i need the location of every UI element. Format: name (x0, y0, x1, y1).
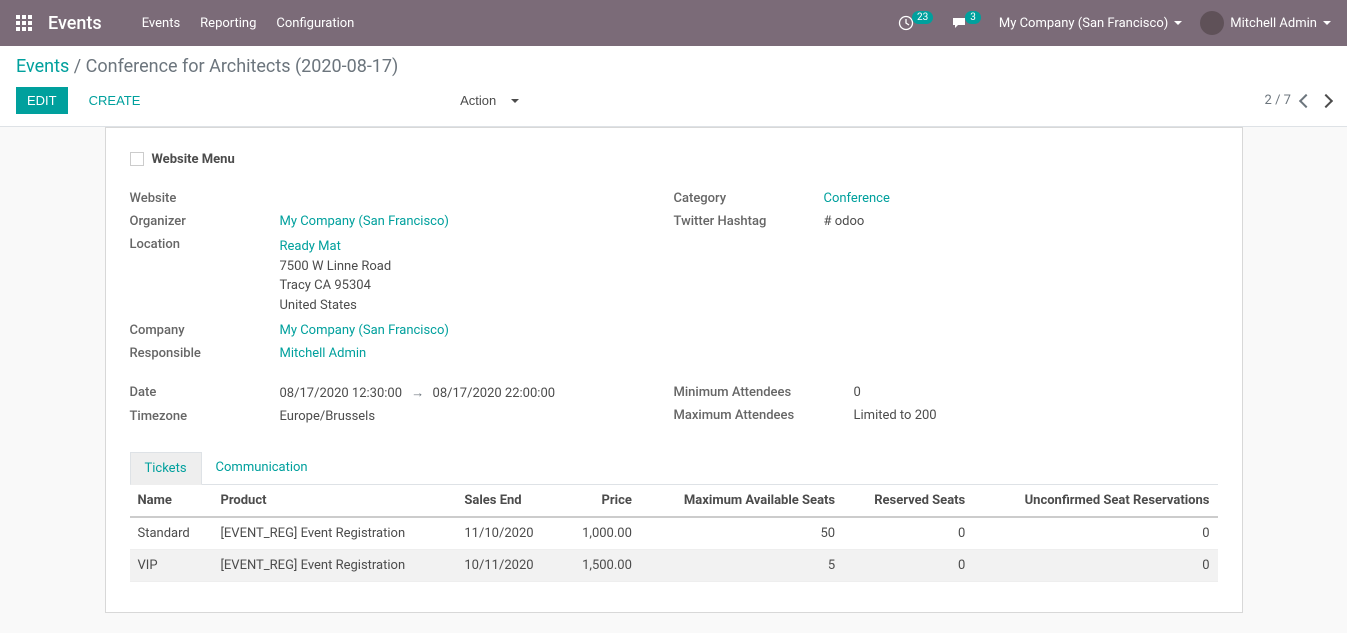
caret-down-icon (511, 99, 519, 103)
messaging-button[interactable]: 3 (951, 15, 981, 31)
activity-button[interactable]: 23 (898, 15, 933, 31)
cell-price: 1,500.00 (560, 550, 640, 582)
app-brand: Events (48, 13, 102, 34)
edit-button[interactable]: EDIT (16, 87, 68, 114)
breadcrumb-current: Conference for Architects (2020-08-17) (86, 56, 399, 77)
label-date: Date (130, 385, 280, 401)
label-website: Website (130, 191, 280, 206)
company-name: My Company (San Francisco) (999, 16, 1168, 31)
value-category[interactable]: Conference (824, 191, 890, 206)
cell-max-seats: 5 (640, 550, 843, 582)
tab-communication[interactable]: Communication (202, 452, 322, 484)
message-badge: 3 (965, 11, 981, 24)
pager-next[interactable] (1319, 93, 1333, 107)
caret-down-icon (1174, 21, 1182, 25)
nav-link-reporting[interactable]: Reporting (200, 16, 256, 31)
value-min-attendees: 0 (854, 385, 861, 400)
cell-name: VIP (130, 550, 213, 582)
value-date: 08/17/2020 12:30:00 08/17/2020 22:00:00 (280, 385, 556, 401)
col-max-seats: Maximum Available Seats (640, 485, 843, 517)
create-button[interactable]: CREATE (78, 87, 152, 114)
table-row[interactable]: Standard [EVENT_REG] Event Registration … (130, 517, 1218, 550)
cell-product: [EVENT_REG] Event Registration (212, 550, 456, 582)
cell-name: Standard (130, 517, 213, 550)
tab-tickets[interactable]: Tickets (130, 452, 202, 485)
value-company[interactable]: My Company (San Francisco) (280, 323, 449, 338)
value-location-city: Tracy CA 95304 (280, 276, 392, 296)
tab-communication-label: Communication (216, 460, 308, 475)
avatar (1200, 11, 1224, 35)
label-company: Company (130, 323, 280, 338)
col-price: Price (560, 485, 640, 517)
top-nav: Events Events Reporting Configuration 23… (0, 0, 1347, 46)
value-location-country: United States (280, 296, 392, 316)
nav-link-events[interactable]: Events (142, 16, 180, 31)
nav-links: Events Reporting Configuration (142, 16, 355, 31)
label-responsible: Responsible (130, 346, 280, 361)
website-menu-checkbox[interactable] (130, 152, 144, 166)
label-twitter: Twitter Hashtag (674, 214, 824, 229)
user-name: Mitchell Admin (1230, 16, 1317, 31)
activity-badge: 23 (912, 11, 933, 24)
col-name: Name (130, 485, 213, 517)
cell-product: [EVENT_REG] Event Registration (212, 517, 456, 550)
tickets-table: Name Product Sales End Price Maximum Ava… (130, 485, 1218, 582)
value-max-attendees: Limited to 200 (854, 408, 937, 423)
cell-reserved: 0 (843, 517, 973, 550)
cell-sales-end: 10/11/2020 (456, 550, 560, 582)
cell-unconfirmed: 0 (973, 550, 1217, 582)
nav-link-configuration[interactable]: Configuration (276, 16, 354, 31)
value-location-name[interactable]: Ready Mat (280, 237, 392, 257)
col-reserved: Reserved Seats (843, 485, 973, 517)
label-location: Location (130, 237, 280, 315)
caret-down-icon (1323, 21, 1331, 25)
action-label: Action (460, 93, 496, 108)
table-row[interactable]: VIP [EVENT_REG] Event Registration 10/11… (130, 550, 1218, 582)
value-organizer[interactable]: My Company (San Francisco) (280, 214, 449, 229)
label-timezone: Timezone (130, 409, 280, 424)
control-panel: Events / Conference for Architects (2020… (0, 46, 1347, 127)
apps-icon[interactable] (16, 15, 32, 31)
cell-max-seats: 50 (640, 517, 843, 550)
breadcrumb-root[interactable]: Events (16, 56, 69, 77)
label-category: Category (674, 191, 824, 206)
col-unconfirmed: Unconfirmed Seat Reservations (973, 485, 1217, 517)
value-timezone: Europe/Brussels (280, 409, 376, 424)
cell-unconfirmed: 0 (973, 517, 1217, 550)
cell-price: 1,000.00 (560, 517, 640, 550)
company-selector[interactable]: My Company (San Francisco) (999, 16, 1182, 31)
value-responsible[interactable]: Mitchell Admin (280, 346, 367, 361)
value-twitter: # odoo (824, 214, 865, 229)
pager-text: 2 / 7 (1265, 93, 1291, 108)
label-min-attendees: Minimum Attendees (674, 385, 854, 400)
breadcrumb-sep: / (74, 56, 81, 77)
pager-prev[interactable] (1299, 93, 1313, 107)
form-sheet: Website Menu Website Organizer My Compan… (105, 127, 1243, 613)
user-menu[interactable]: Mitchell Admin (1200, 11, 1331, 35)
action-dropdown[interactable]: Action (449, 87, 507, 114)
col-product: Product (212, 485, 456, 517)
cell-sales-end: 11/10/2020 (456, 517, 560, 550)
tab-tickets-label: Tickets (145, 461, 187, 476)
breadcrumb: Events / Conference for Architects (2020… (16, 56, 1331, 77)
arrow-right-icon (411, 385, 423, 397)
cell-reserved: 0 (843, 550, 973, 582)
date-start: 08/17/2020 12:30:00 (280, 386, 403, 401)
value-location-street: 7500 W Linne Road (280, 257, 392, 277)
date-end: 08/17/2020 22:00:00 (433, 386, 556, 401)
website-menu-label: Website Menu (152, 152, 235, 167)
label-max-attendees: Maximum Attendees (674, 408, 854, 423)
label-organizer: Organizer (130, 214, 280, 229)
tab-bar: Tickets Communication (130, 452, 1218, 485)
col-sales-end: Sales End (456, 485, 560, 517)
